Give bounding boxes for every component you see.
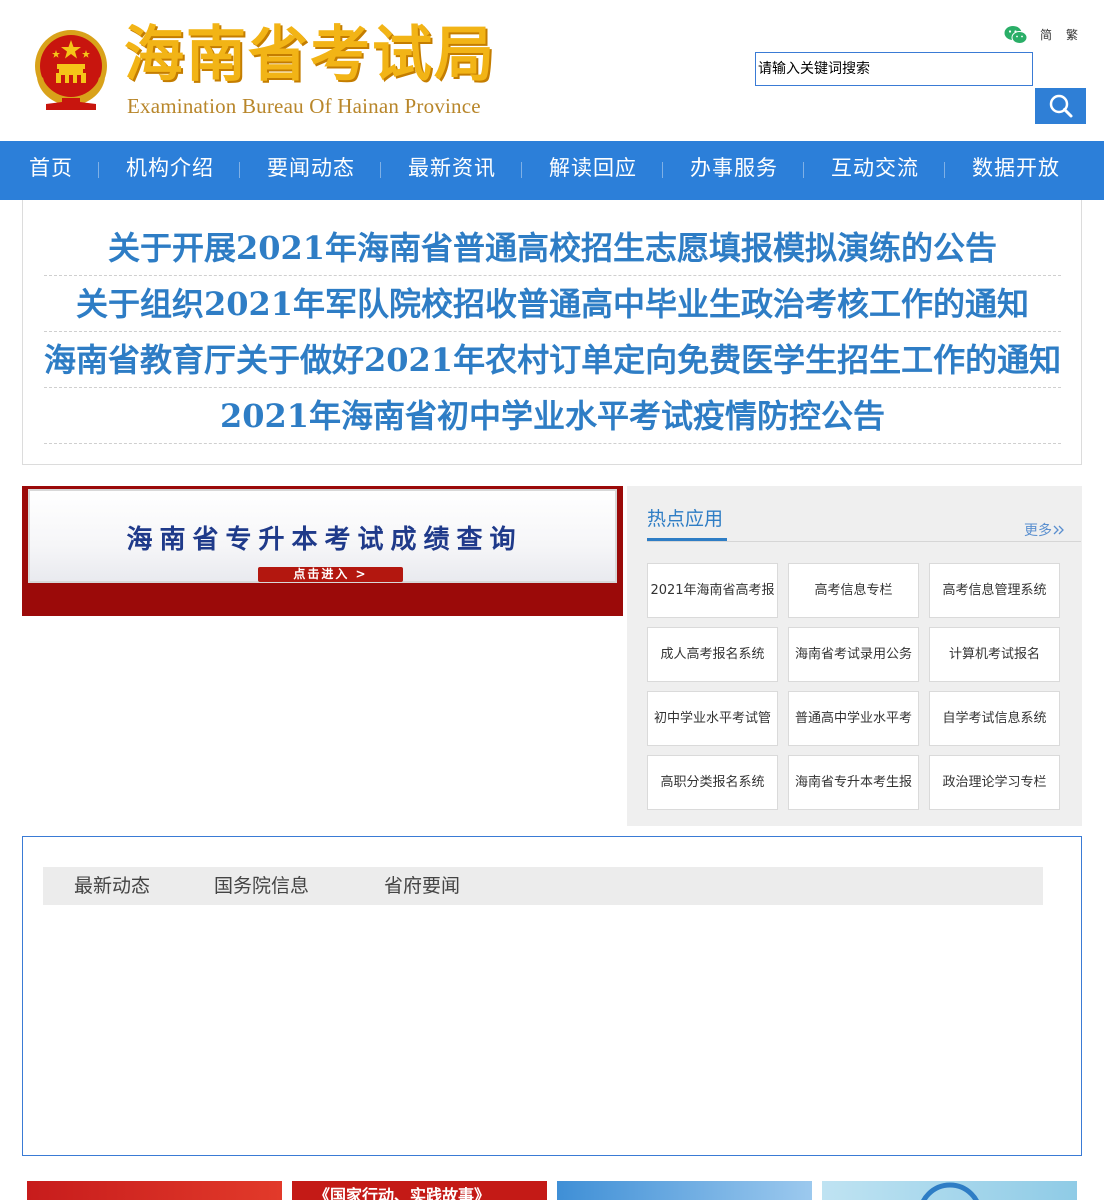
thumbnail-link[interactable] (557, 1181, 812, 1200)
banner-enter-button[interactable]: 点击进入 > (258, 567, 403, 582)
nav-interpretation[interactable]: 解读回应 (549, 141, 637, 200)
globe-icon (921, 1182, 979, 1200)
double-chevron-right-icon (1053, 525, 1064, 535)
banner-card: 海南省专升本考试成绩查询 点击进入 > (28, 489, 617, 583)
nav-open-data[interactable]: 数据开放 (972, 141, 1060, 200)
app-tile[interactable]: 高职分类报名系统 (647, 755, 778, 810)
app-tile[interactable]: 初中学业水平考试管 (647, 691, 778, 746)
nav-divider (98, 162, 99, 178)
nav-about[interactable]: 机构介绍 (126, 141, 214, 200)
nav-services[interactable]: 办事服务 (690, 141, 778, 200)
headline-link[interactable]: 海南省教育厅关于做好2021年农村订单定向免费医学生招生工作的通知 (44, 332, 1061, 388)
nav-divider (239, 162, 240, 178)
search-input[interactable] (755, 52, 1033, 86)
more-link[interactable]: 更多 (1024, 520, 1066, 540)
hot-apps-panel: 热点应用 更多 2021年海南省高考报 高考信息专栏 高考信息管理系统 成人高考… (627, 486, 1082, 826)
app-tile[interactable]: 高考信息专栏 (788, 563, 919, 618)
nav-home[interactable]: 首页 (29, 141, 73, 200)
site-header: 海南省考试局 Examination Bureau Of Hainan Prov… (0, 0, 1104, 141)
app-tile[interactable]: 自学考试信息系统 (929, 691, 1060, 746)
nav-divider (662, 162, 663, 178)
app-tile[interactable]: 海南省专升本考生报 (788, 755, 919, 810)
search-button[interactable] (1035, 88, 1086, 124)
nav-interaction[interactable]: 互动交流 (831, 141, 919, 200)
tab-state-council[interactable]: 国务院信息 (214, 867, 309, 905)
app-tile[interactable]: 政治理论学习专栏 (929, 755, 1060, 810)
thumbnail-caption: 《国家行动、实践故事》 (314, 1186, 491, 1200)
nav-divider (380, 162, 381, 178)
more-label: 更多 (1024, 523, 1052, 539)
site-subtitle: Examination Bureau Of Hainan Province (127, 94, 481, 118)
headline-link[interactable]: 关于组织2021年军队院校招收普通高中毕业生政治考核工作的通知 (44, 276, 1061, 332)
headline-list: 关于开展2021年海南省普通高校招生志愿填报模拟演练的公告 关于组织2021年军… (22, 200, 1082, 465)
app-tile[interactable]: 高考信息管理系统 (929, 563, 1060, 618)
news-tab-bar: 最新动态 国务院信息 省府要闻 (43, 867, 1043, 905)
news-panel: 最新动态 国务院信息 省府要闻 (22, 836, 1082, 1156)
lang-traditional-link[interactable]: 繁 (1066, 26, 1078, 43)
thumbnail-link[interactable] (822, 1181, 1077, 1200)
banner-title: 海南省专升本考试成绩查询 (126, 525, 523, 555)
wechat-icon[interactable] (1004, 25, 1028, 45)
headline-link[interactable]: 2021年海南省初中学业水平考试疫情防控公告 (44, 388, 1061, 444)
nav-divider (521, 162, 522, 178)
nav-divider (944, 162, 945, 178)
score-query-banner[interactable]: 海南省专升本考试成绩查询 点击进入 > (22, 486, 623, 616)
hot-apps-title: 热点应用 (647, 508, 724, 530)
main-nav: 首页 机构介绍 要闻动态 最新资讯 解读回应 办事服务 互动交流 数据开放 (0, 141, 1104, 200)
divider (647, 541, 1081, 542)
app-tile[interactable]: 海南省考试录用公务 (788, 627, 919, 682)
app-tile[interactable]: 普通高中学业水平考 (788, 691, 919, 746)
app-tile[interactable]: 2021年海南省高考报 (647, 563, 778, 618)
app-tile[interactable]: 成人高考报名系统 (647, 627, 778, 682)
app-tile[interactable]: 计算机考试报名 (929, 627, 1060, 682)
tab-latest-updates[interactable]: 最新动态 (74, 867, 150, 905)
headline-link[interactable]: 关于开展2021年海南省普通高校招生志愿填报模拟演练的公告 (44, 220, 1061, 276)
nav-latest[interactable]: 最新资讯 (408, 141, 496, 200)
thumbnail-link[interactable] (27, 1181, 282, 1200)
nav-divider (803, 162, 804, 178)
lang-simplified-link[interactable]: 简 (1040, 26, 1052, 43)
site-title: 海南省考试局 (124, 20, 496, 90)
nav-news[interactable]: 要闻动态 (267, 141, 355, 200)
search-icon (1049, 94, 1073, 118)
national-emblem-icon[interactable] (32, 26, 110, 112)
title-underline (647, 538, 727, 541)
tab-provincial-news[interactable]: 省府要闻 (384, 867, 460, 905)
thumbnail-link[interactable]: 《国家行动、实践故事》 (292, 1181, 547, 1200)
